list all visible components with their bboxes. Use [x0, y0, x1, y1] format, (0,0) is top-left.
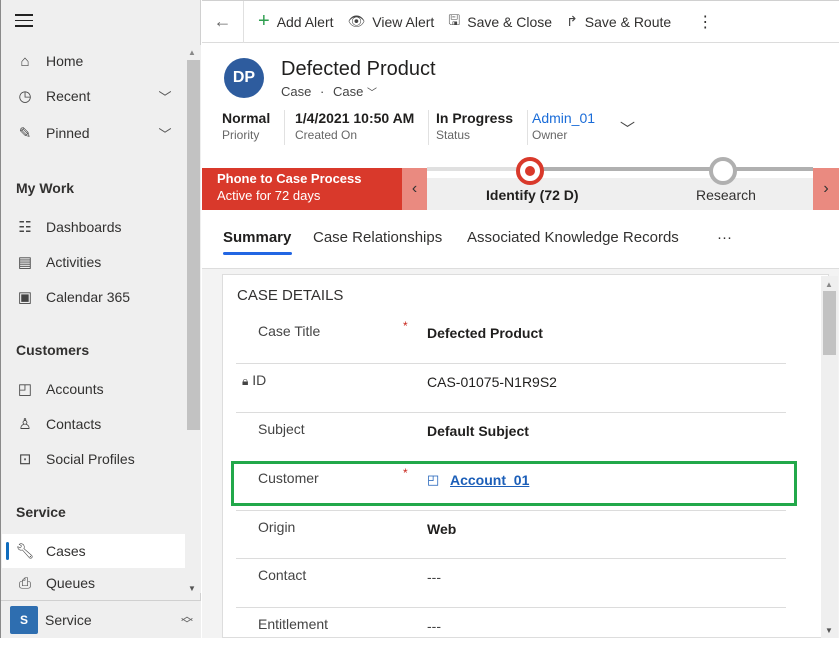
field-case-title[interactable]: Case Title * Defected Product [236, 315, 786, 364]
field-id[interactable]: 🔒︎ ID CAS-01075-N1R9S2 [236, 364, 786, 413]
section-header-my-work: My Work [16, 180, 75, 196]
sidebar-item-dashboards[interactable]: ☷ Dashboards [2, 210, 185, 244]
field-origin[interactable]: Origin Web [236, 510, 786, 559]
person-icon: ♙ [18, 416, 32, 433]
home-icon: ⌂ [20, 52, 30, 70]
save-route-button[interactable]: ↱ Save & Route [566, 13, 671, 30]
hamburger-icon[interactable] [15, 14, 33, 28]
chevron-left-icon: ‹ [411, 180, 418, 197]
chevron-down-icon[interactable]: ﹀ [145, 87, 185, 106]
record-avatar: DP [224, 58, 264, 98]
area-switcher[interactable]: S Service ︿ ﹀ [1, 600, 201, 638]
header-field-priority: Normal Priority [208, 110, 286, 145]
scroll-up-icon[interactable]: ▲ [188, 48, 196, 57]
customer-highlight-box [231, 461, 797, 506]
updown-chevron-icon: ︿ ﹀ [180, 608, 193, 631]
entity-name: Case [281, 84, 312, 99]
section-title: CASE DETAILS [237, 287, 344, 304]
record-subtitle: Case · Case ﹀ [281, 84, 377, 99]
field-subject[interactable]: Subject Default Subject [236, 413, 786, 462]
chevron-down-icon[interactable]: ﹀ [145, 124, 185, 143]
scroll-down-icon[interactable]: ▼ [188, 584, 196, 593]
sidebar-item-home[interactable]: ⌂ Home [2, 44, 185, 78]
header-field-status: In Progress Status [422, 110, 529, 145]
bpf-stage-research-marker[interactable] [709, 157, 737, 185]
field-entitlement[interactable]: Entitlement --- [236, 608, 786, 657]
scroll-down-icon[interactable]: ▼ [825, 626, 833, 635]
eye-icon: 👁︎ [347, 13, 366, 29]
calendar-icon: ▣ [17, 289, 33, 306]
tab-summary[interactable]: Summary [223, 229, 291, 246]
field-contact[interactable]: Contact --- [236, 559, 786, 608]
sidebar-item-social-profiles[interactable]: ⊡ Social Profiles [2, 442, 185, 476]
active-tab-indicator [223, 252, 292, 255]
sidebar-item-accounts[interactable]: ◰ Accounts [2, 372, 185, 406]
sidebar-item-contacts[interactable]: ♙ Contacts [2, 407, 185, 441]
clipboard-icon: ▤ [17, 254, 33, 271]
bpf-stage-research[interactable]: Research [696, 187, 756, 203]
required-indicator: * [403, 319, 408, 333]
owner-link[interactable]: Admin_01 [532, 110, 595, 126]
header-field-owner: Admin_01 Owner [532, 110, 596, 142]
plus-icon: + [258, 10, 270, 32]
profile-icon: ⊡ [18, 451, 32, 468]
back-arrow-icon: ← [213, 11, 232, 31]
bpf-stage-identify-marker[interactable] [516, 157, 544, 185]
bpf-next-button[interactable]: › [813, 168, 839, 210]
save-close-icon: 🖫 [448, 11, 461, 28]
record-title: Defected Product [281, 58, 436, 80]
sidebar-item-pinned[interactable]: ✎ Pinned ﹀ [2, 116, 185, 150]
area-badge: S [10, 605, 38, 634]
tab-more[interactable]: ··· [717, 229, 732, 246]
section-header-customers: Customers [16, 342, 90, 358]
bpf-prev-button[interactable]: ‹ [402, 168, 427, 210]
scroll-up-icon[interactable]: ▲ [825, 280, 833, 289]
wrench-icon: 🔧︎ [15, 543, 35, 560]
chevron-right-icon: › [823, 180, 829, 197]
dashboard-icon: ☷ [18, 219, 32, 236]
form-selector[interactable]: Case ﹀ [333, 84, 377, 99]
bpf-stage-identify[interactable]: Identify (72 D) [486, 187, 579, 203]
area-label: Service [45, 611, 92, 628]
sidebar-item-calendar[interactable]: ▣ Calendar 365 [2, 280, 185, 314]
add-alert-button[interactable]: + Add Alert [258, 10, 334, 33]
bpf-line-left [427, 167, 530, 171]
save-close-button[interactable]: 🖫 Save & Close [448, 10, 552, 34]
sidebar-scrollbar-thumb[interactable] [187, 60, 200, 430]
sidebar-item-activities[interactable]: ▤ Activities [2, 245, 185, 279]
account-icon: ◰ [17, 381, 33, 398]
lock-icon: 🔒︎ [242, 374, 249, 388]
clock-icon: ◷ [18, 88, 32, 105]
header-expand-chevron-icon[interactable]: ﹀ [620, 118, 635, 139]
tab-case-relationships[interactable]: Case Relationships [313, 229, 442, 246]
bpf-process-name[interactable]: Phone to Case Process Active for 72 days [202, 168, 402, 210]
more-commands-button[interactable]: ⋮ [697, 12, 713, 32]
form-scrollbar-thumb[interactable] [823, 291, 836, 355]
sidebar-item-queues[interactable]: ⎙ Queues [2, 569, 185, 597]
bpf-line-right [530, 167, 813, 171]
queue-icon: ⎙ [18, 574, 31, 592]
tab-associated-knowledge-records[interactable]: Associated Knowledge Records [467, 229, 679, 246]
sidebar-item-recent[interactable]: ◷ Recent ﹀ [2, 79, 185, 113]
command-bar: ← + Add Alert 👁︎ View Alert 🖫 Save & Clo… [202, 0, 839, 43]
back-button[interactable]: ← [202, 0, 244, 43]
chevron-down-icon: ﹀ [366, 88, 377, 99]
route-icon: ↱ [566, 13, 578, 29]
sidebar: ⌂ Home ◷ Recent ﹀ ✎ Pinned ﹀ My Work ☷ D… [0, 0, 201, 638]
section-header-service: Service [16, 504, 66, 520]
sidebar-item-cases[interactable]: 🔧︎ Cases [2, 534, 185, 568]
pin-icon: ✎ [18, 125, 32, 142]
header-field-created-on: 1/4/2021 10:50 AM Created On [281, 110, 430, 145]
view-alert-button[interactable]: 👁︎ View Alert [348, 13, 435, 30]
